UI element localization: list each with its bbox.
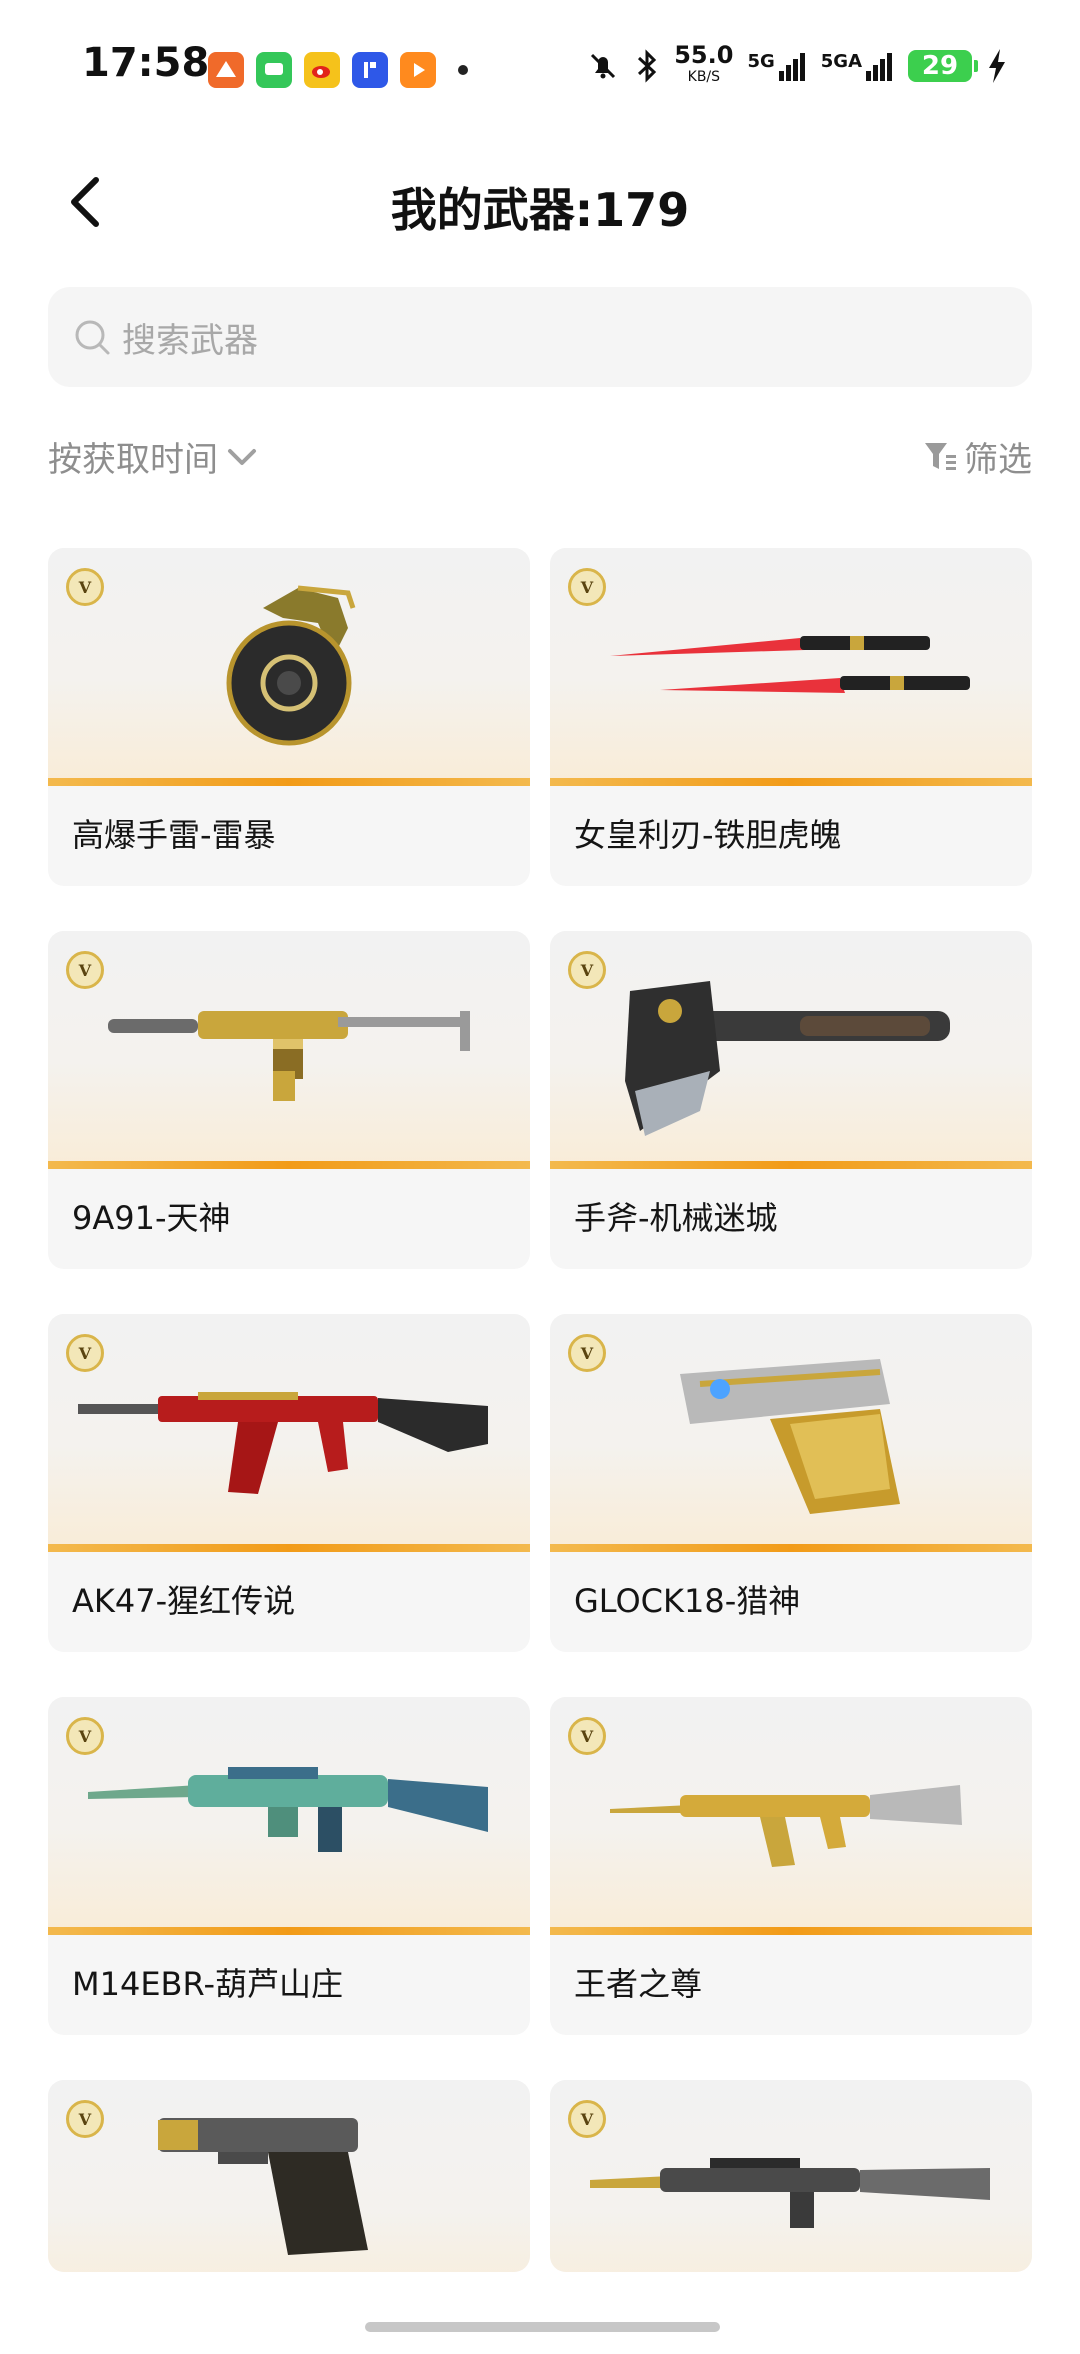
more-notifications-dot bbox=[458, 65, 468, 75]
weapon-name: 9A91-天神 bbox=[72, 1199, 231, 1237]
network-speed: 55.0 KB/S bbox=[674, 41, 734, 88]
filter-icon bbox=[925, 442, 956, 470]
home-indicator[interactable] bbox=[365, 2322, 720, 2332]
status-bar: 17:58 55.0 KB/S 5G 5GA 29 bbox=[0, 0, 1080, 140]
weapon-name: M14EBR-葫芦山庄 bbox=[72, 1965, 343, 2003]
sort-label: 按获取时间 bbox=[48, 440, 218, 480]
search-placeholder: 搜索武器 bbox=[122, 320, 258, 361]
weapon-name: 王者之尊 bbox=[574, 1965, 703, 2003]
network-label-2: 5GA bbox=[820, 51, 862, 72]
search-input[interactable]: 搜索武器 bbox=[48, 287, 1032, 387]
weapon-name: AK47-猩红传说 bbox=[72, 1582, 296, 1620]
v-badge: V bbox=[66, 1717, 104, 1755]
weapon-image: V bbox=[550, 1314, 1032, 1552]
search-icon bbox=[75, 320, 110, 355]
header: 我的武器:179 bbox=[0, 160, 1080, 250]
weapon-image: V bbox=[48, 2080, 530, 2272]
v-badge: V bbox=[568, 568, 606, 606]
weapon-image: V bbox=[48, 931, 530, 1169]
v-badge: V bbox=[66, 1334, 104, 1372]
v-badge: V bbox=[66, 2100, 104, 2138]
signal-bars-icon bbox=[778, 53, 805, 81]
rifle-king-image bbox=[610, 1785, 962, 1867]
battery-indicator: 29 bbox=[908, 50, 978, 82]
weapon-card[interactable]: V bbox=[550, 2080, 1032, 2272]
video-icon bbox=[400, 52, 436, 88]
pin-icon bbox=[352, 52, 388, 88]
weapon-card[interactable]: V 手斧-机械迷城 bbox=[550, 931, 1032, 1269]
weapon-image: V bbox=[550, 2080, 1032, 2272]
rifle-9a91-image bbox=[108, 1011, 470, 1101]
filter-button[interactable]: 筛选 bbox=[922, 432, 1032, 481]
weapon-card[interactable]: V AK47-猩红传说 bbox=[48, 1314, 530, 1652]
v-badge: V bbox=[66, 568, 104, 606]
page-title: 我的武器:179 bbox=[390, 183, 690, 237]
grenade-image bbox=[226, 585, 356, 746]
v-badge: V bbox=[66, 951, 104, 989]
weapon-name: 手斧-机械迷城 bbox=[574, 1199, 778, 1237]
notification-icons bbox=[208, 52, 468, 88]
rifle-image bbox=[590, 2158, 990, 2228]
weapon-image: V bbox=[550, 931, 1032, 1169]
pistol-image bbox=[158, 2118, 368, 2255]
speed-unit: KB/S bbox=[687, 69, 721, 85]
charging-bolt-icon bbox=[989, 49, 1005, 83]
weapon-image: V bbox=[48, 1697, 530, 1935]
weapon-name: 高爆手雷-雷暴 bbox=[72, 816, 276, 854]
network-label-1: 5G bbox=[747, 51, 775, 72]
messages-icon bbox=[256, 52, 292, 88]
weapon-card[interactable]: V M14EBR-葫芦山庄 bbox=[48, 1697, 530, 2035]
app-a-icon bbox=[208, 52, 244, 88]
weapon-card[interactable]: V 王者之尊 bbox=[550, 1697, 1032, 2035]
mute-bell-icon bbox=[591, 53, 616, 79]
weapon-card[interactable]: V 9A91-天神 bbox=[48, 931, 530, 1269]
sort-dropdown[interactable]: 按获取时间 bbox=[48, 432, 260, 481]
v-badge: V bbox=[568, 951, 606, 989]
hatchet-image bbox=[625, 981, 950, 1136]
signal-5ga: 5GA bbox=[821, 51, 894, 81]
v-badge: V bbox=[568, 2100, 606, 2138]
weapon-name: 女皇利刃-铁胆虎魄 bbox=[574, 816, 842, 854]
twin-blades-image bbox=[610, 636, 970, 693]
weapon-name: GLOCK18-猎神 bbox=[574, 1582, 801, 1620]
v-badge: V bbox=[568, 1334, 606, 1372]
weapon-image: V bbox=[550, 1697, 1032, 1935]
weapon-image: V bbox=[48, 548, 530, 786]
weapon-image: V bbox=[550, 548, 1032, 786]
v-badge: V bbox=[568, 1717, 606, 1755]
pistol-glock-image bbox=[680, 1359, 900, 1514]
bluetooth-icon bbox=[638, 49, 657, 83]
chevron-down-icon bbox=[228, 448, 256, 465]
speed-value: 55.0 bbox=[674, 41, 734, 69]
weapon-card[interactable]: V 女皇利刃-铁胆虎魄 bbox=[550, 548, 1032, 886]
status-right: 55.0 KB/S 5G 5GA 29 bbox=[586, 41, 1008, 88]
weapon-card[interactable]: V 高爆手雷-雷暴 bbox=[48, 548, 530, 886]
weapon-image: V bbox=[48, 1314, 530, 1552]
weibo-icon bbox=[304, 52, 340, 88]
signal-5g: 5G bbox=[747, 51, 806, 81]
battery-level: 29 bbox=[921, 51, 959, 81]
rifle-m14ebr-image bbox=[88, 1767, 488, 1852]
sort-filter-row: 按获取时间 筛选 bbox=[48, 432, 1032, 492]
rifle-ak47-image bbox=[78, 1392, 488, 1494]
status-time: 17:58 bbox=[82, 40, 210, 86]
signal-bars-icon bbox=[866, 53, 892, 81]
weapon-card[interactable]: V bbox=[48, 2080, 530, 2272]
filter-label: 筛选 bbox=[964, 440, 1032, 480]
weapon-card[interactable]: V GLOCK18-猎神 bbox=[550, 1314, 1032, 1652]
